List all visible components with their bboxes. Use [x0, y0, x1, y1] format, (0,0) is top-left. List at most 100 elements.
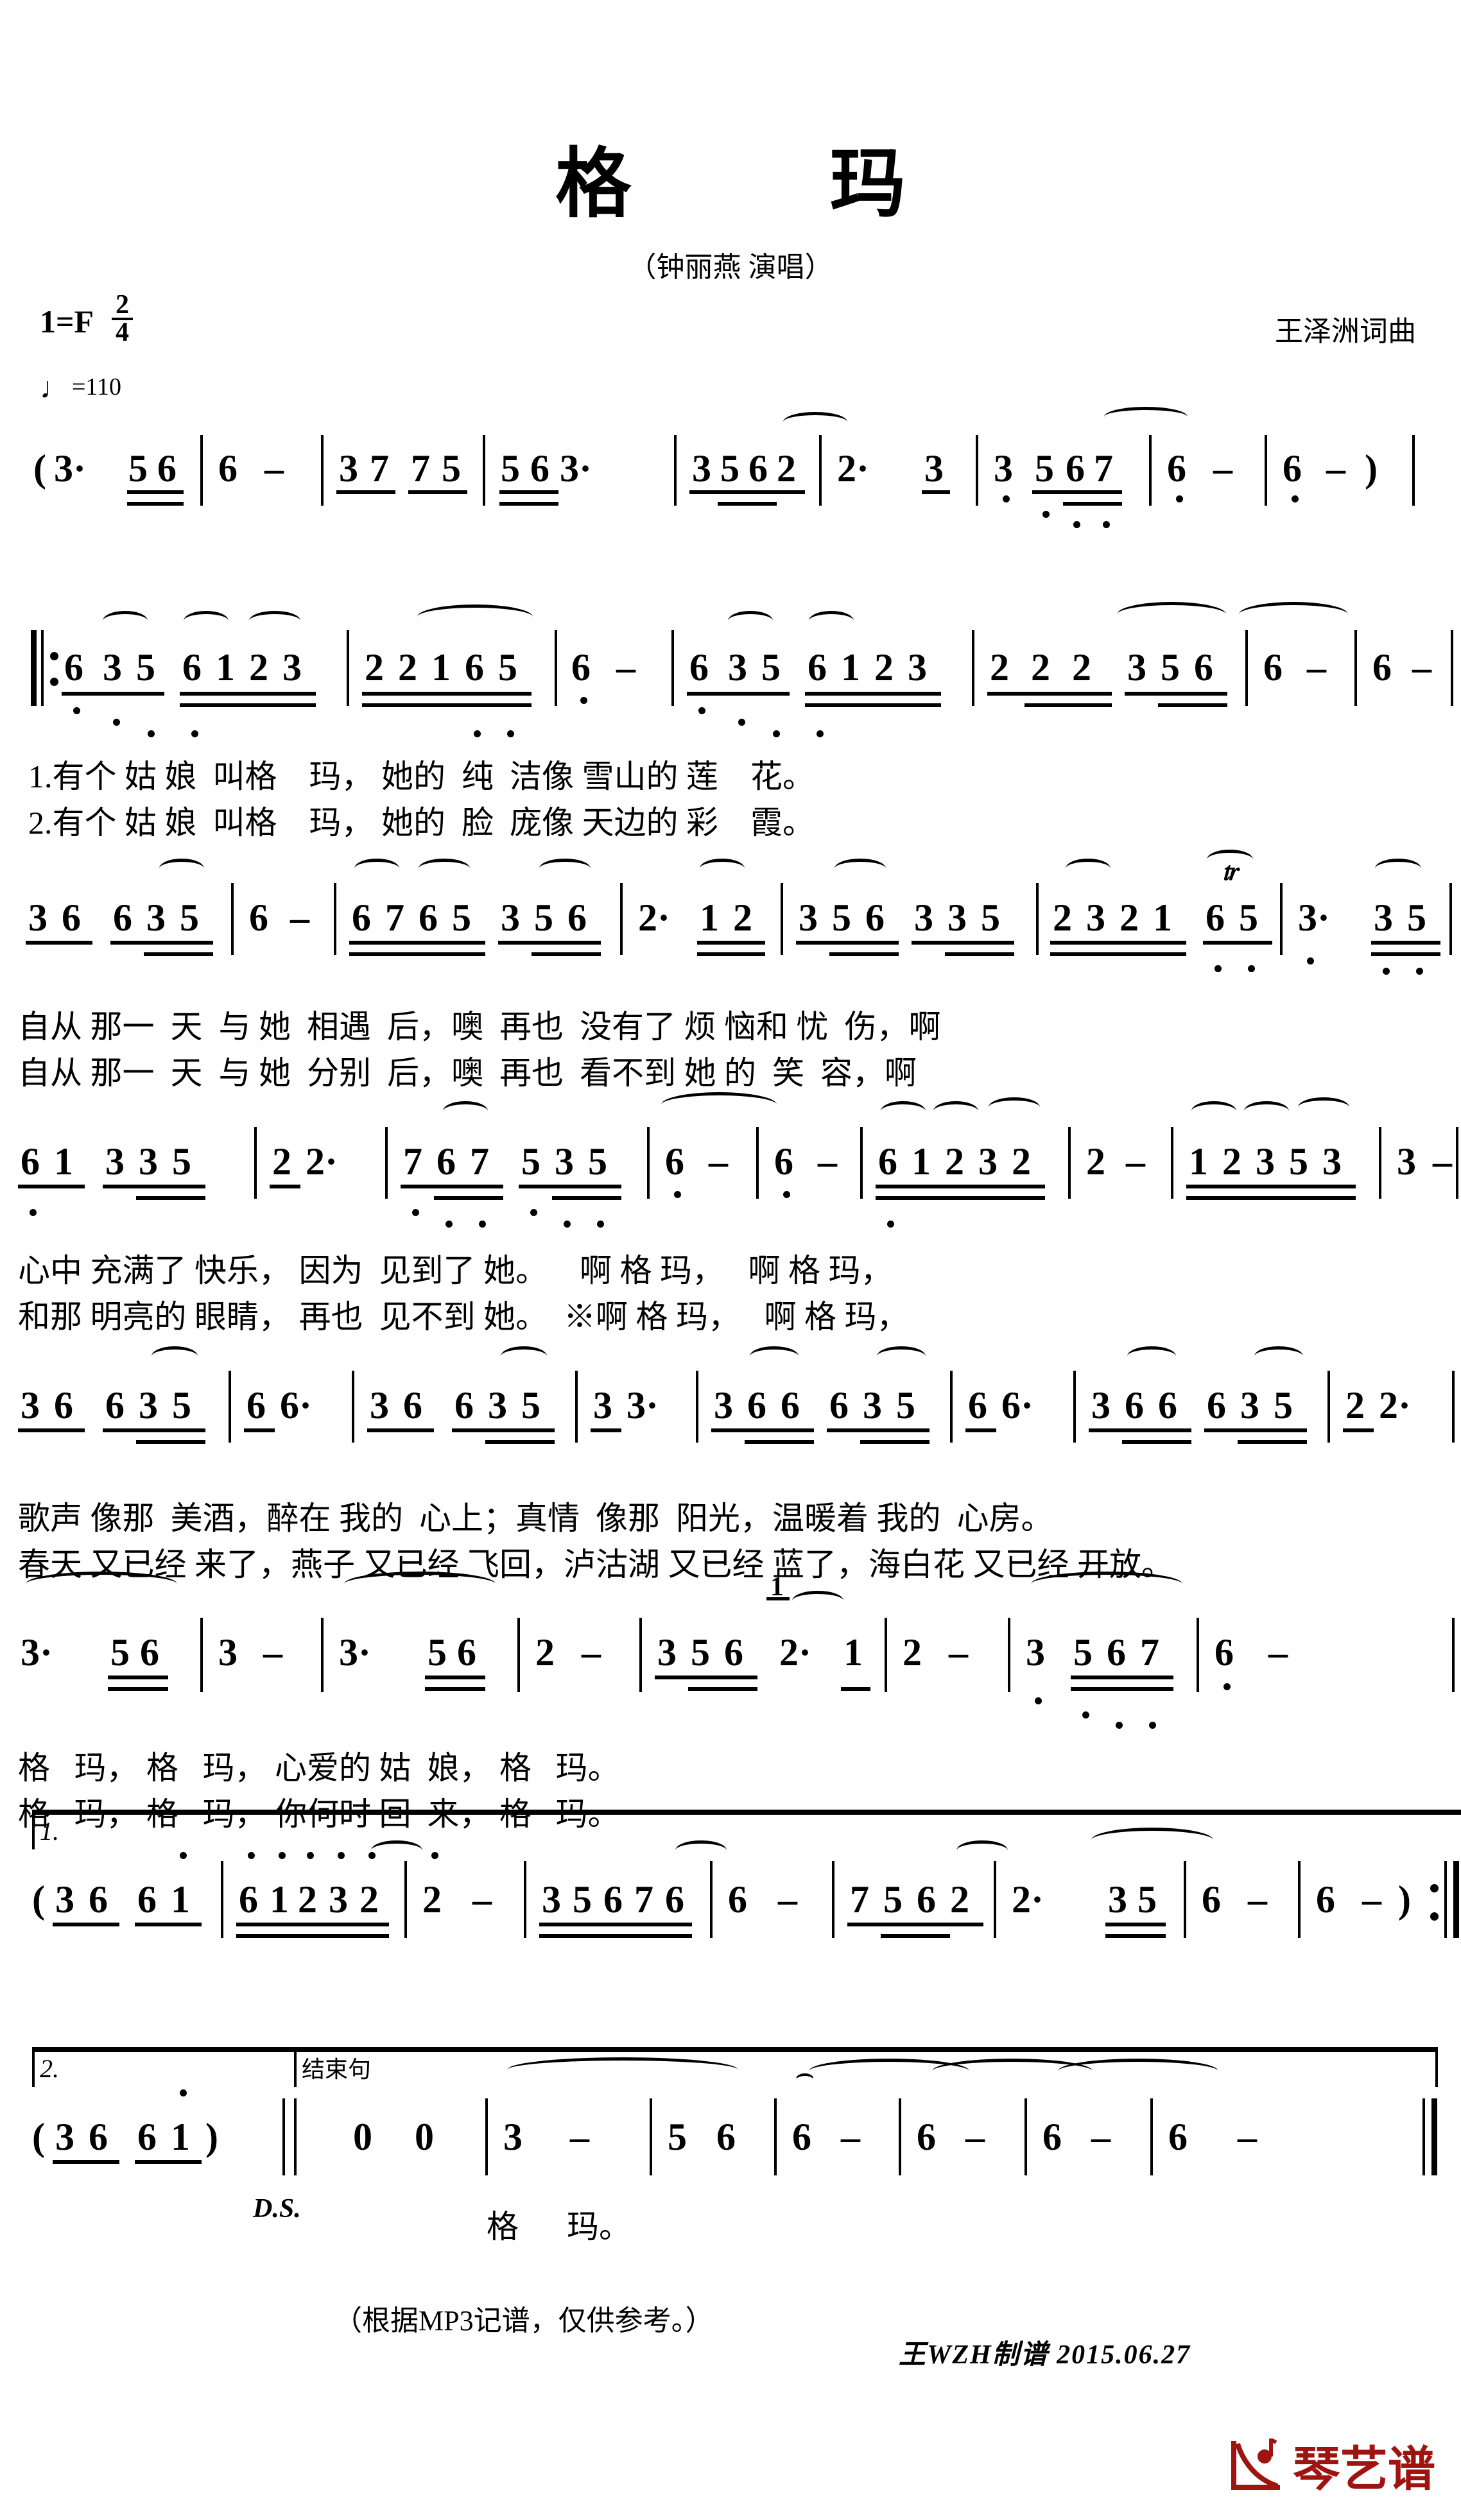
- note: 3: [1397, 1140, 1416, 1183]
- beam: [912, 941, 1014, 945]
- note: 3: [21, 1384, 40, 1427]
- slur: [344, 1572, 496, 1597]
- octave-dot-low: [1292, 495, 1299, 502]
- lyrics-verse-2: 2.有个 姑 娘 叫格 玛， 她的 脸 庞像 天边的 彩 霞。: [28, 805, 815, 841]
- barline: [647, 1127, 650, 1199]
- note: 3: [501, 896, 520, 939]
- note: 6: [1125, 1384, 1144, 1427]
- note: 2: [950, 1878, 969, 1921]
- note: 6: [1202, 1878, 1221, 1921]
- note: 6: [352, 896, 371, 939]
- note: 2: [874, 646, 894, 689]
- note: 2: [1053, 896, 1072, 939]
- note: 7: [370, 447, 389, 490]
- slur: [933, 1101, 978, 1121]
- barline: [517, 1618, 520, 1692]
- slur: [750, 1346, 799, 1366]
- beam: [1071, 1676, 1173, 1679]
- note-dash: –: [582, 1631, 601, 1674]
- barline: [200, 435, 203, 506]
- note: 6: [157, 447, 177, 490]
- note: 6: [249, 896, 268, 939]
- note: 6: [689, 646, 709, 689]
- beam: [922, 490, 950, 494]
- beam: [1186, 1196, 1356, 1200]
- octave-dot-low: [817, 730, 824, 737]
- octave-dot-low: [887, 1221, 894, 1228]
- note: 6: [878, 1140, 897, 1183]
- tempo-marking: ♩ =110: [40, 372, 121, 403]
- beam: [711, 1428, 814, 1432]
- repeat-end-thick: [1453, 1861, 1459, 1938]
- note: 5: [452, 896, 471, 939]
- octave-dot-low: [530, 1209, 537, 1216]
- note: 6: [246, 1384, 266, 1427]
- octave-dot-low: [479, 1221, 486, 1228]
- note: 5: [498, 646, 517, 689]
- note-dash: –: [290, 896, 309, 939]
- octave-dot-low: [113, 719, 120, 726]
- rest: 0: [415, 2116, 434, 2158]
- octave-dot-low: [580, 697, 587, 704]
- octave-dot-high: [307, 1852, 314, 1859]
- beam: [53, 2160, 119, 2164]
- beam: [1122, 1440, 1191, 1444]
- beam: [452, 1428, 555, 1432]
- note-dash: –: [1307, 646, 1326, 689]
- beam: [135, 2160, 202, 2164]
- note-dash: –: [472, 1878, 492, 1921]
- barline: [347, 630, 349, 706]
- note: 3: [692, 447, 711, 490]
- note: 6: [1215, 1631, 1234, 1674]
- note: 5: [573, 1878, 592, 1921]
- footnote: （根据MP3记谱，仅供参考。）: [334, 2305, 714, 2336]
- barline: [1149, 435, 1152, 506]
- octave-dot-high: [180, 1852, 187, 1859]
- octave-dot-low: [1073, 521, 1080, 528]
- volta-leg-left: [32, 1810, 35, 1849]
- volta-label-2: 2.: [40, 2054, 59, 2083]
- octave-dot-low: [191, 730, 198, 737]
- note: 2: [1345, 1384, 1365, 1427]
- note: 7: [403, 1140, 422, 1183]
- beam: [408, 490, 467, 494]
- note: 3: [1091, 1384, 1111, 1427]
- note: 7: [1094, 447, 1113, 490]
- barline: [832, 1861, 834, 1938]
- note: 2: [272, 1140, 291, 1183]
- slur: [989, 1097, 1040, 1117]
- note thin: 1: [171, 2116, 190, 2158]
- note: 6: [774, 1140, 793, 1183]
- note: 3: [1322, 1140, 1342, 1183]
- barline: [696, 1371, 698, 1443]
- beam: [697, 941, 765, 945]
- note: 6: [968, 1384, 987, 1427]
- note: 5: [981, 896, 1000, 939]
- octave-dot-low: [674, 1191, 681, 1198]
- slur: [1117, 602, 1226, 627]
- barline: [620, 883, 623, 955]
- barline: [1412, 435, 1415, 506]
- barline: [710, 1861, 713, 1938]
- note: 3: [657, 1631, 677, 1674]
- rest: 0: [353, 2116, 372, 2158]
- beam: [367, 1428, 434, 1432]
- slur: [675, 1840, 727, 1860]
- note: 3: [1127, 646, 1146, 689]
- barline: [774, 2098, 777, 2175]
- octave-dot-low: [1215, 965, 1222, 972]
- note: 3: [28, 896, 48, 939]
- note: 2·: [1012, 1878, 1044, 1921]
- note: 3: [1026, 1631, 1045, 1674]
- note: 2: [1120, 896, 1139, 939]
- note: 3: [146, 896, 166, 939]
- beam: [18, 1185, 85, 1188]
- note: 3: [139, 1140, 158, 1183]
- note thin: 1: [1189, 1140, 1208, 1183]
- barline: [385, 1127, 388, 1199]
- note: 6: [140, 1631, 159, 1674]
- note: 6: [530, 447, 549, 490]
- note: 6: [1194, 646, 1213, 689]
- site-logo[interactable]: 琴艺谱: [1226, 2437, 1435, 2501]
- note: 5: [136, 646, 155, 689]
